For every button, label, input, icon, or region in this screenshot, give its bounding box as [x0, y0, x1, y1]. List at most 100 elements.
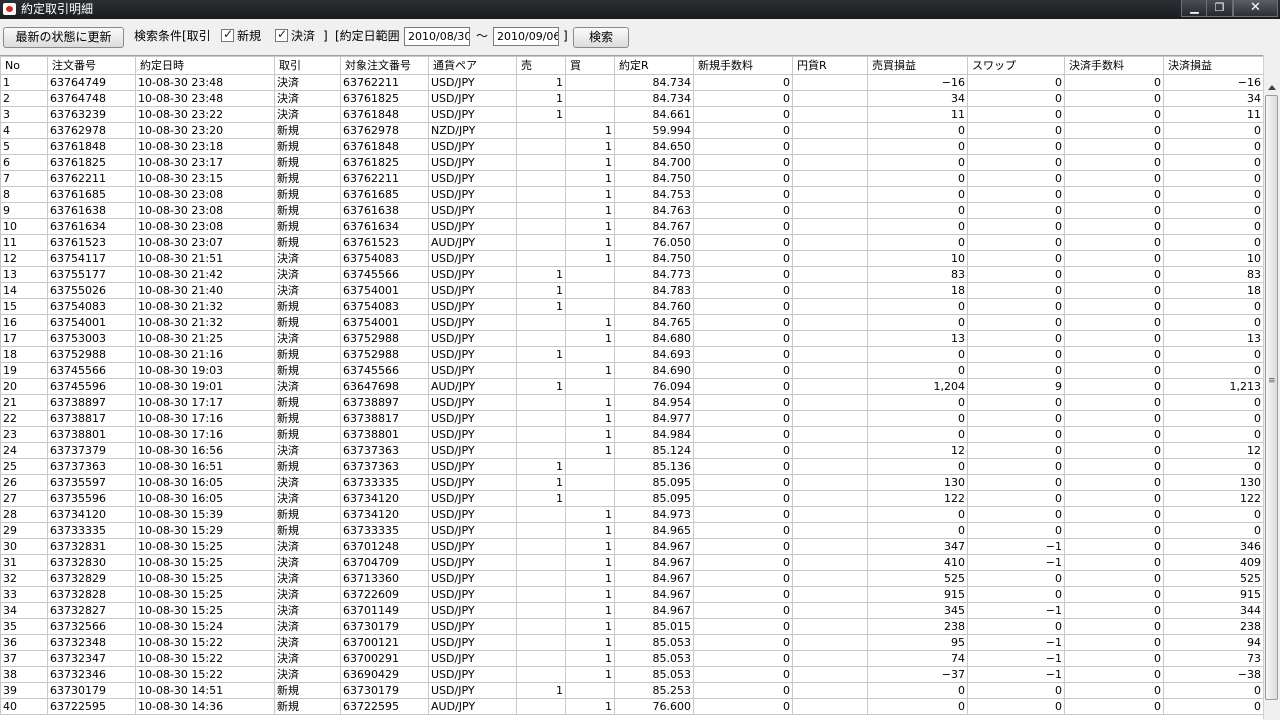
table-cell: 新規: [274, 394, 341, 411]
column-header[interactable]: No: [0, 56, 48, 75]
table-row[interactable]: 10 63761634 10-08-30 23:08 新規 63761634 USD/JP…: [0, 218, 1263, 235]
restore-button[interactable]: ❐: [1206, 0, 1233, 17]
new-checkbox[interactable]: [221, 27, 234, 42]
column-header[interactable]: 買: [565, 56, 615, 75]
table-cell: 0: [1064, 282, 1164, 299]
table-row[interactable]: 17 63753003 10-08-30 21:25 決済 63752988 USD/JP…: [0, 330, 1263, 347]
table-row[interactable]: 26 63735597 10-08-30 16:05 決済 63733335 USD/JP…: [0, 474, 1263, 491]
table-cell: 84.965: [614, 522, 694, 539]
table-cell: 0: [967, 250, 1065, 267]
table-cell: 新規: [274, 218, 341, 235]
table-cell: USD/JPY: [428, 74, 517, 91]
trade-grid[interactable]: No 注文番号 約定日時 取引 対象注文番号 通貨ペア売買約定R 新規手数料 円貨R 売買損益ス…: [0, 55, 1263, 720]
table-row[interactable]: 22 63738817 10-08-30 17:16 新規 63738817 USD/JP…: [0, 410, 1263, 427]
table-row[interactable]: 6 63761825 10-08-30 23:17 新規 63761825 USD/JPY…: [0, 154, 1263, 171]
scroll-thumb[interactable]: [1265, 95, 1278, 700]
table-row[interactable]: 30 63732831 10-08-30 15:25 決済 63701248 USD/JP…: [0, 538, 1263, 555]
column-header[interactable]: 注文番号: [47, 56, 136, 75]
search-button[interactable]: 検索: [573, 27, 629, 48]
column-header[interactable]: 決済損益: [1163, 56, 1263, 75]
minimize-button[interactable]: ▁: [1181, 0, 1208, 17]
table-cell: 84.967: [614, 586, 694, 603]
table-cell: 0: [693, 490, 793, 507]
column-header[interactable]: 対象注文番号: [340, 56, 429, 75]
table-cell: 0: [967, 410, 1065, 427]
refresh-button[interactable]: 最新の状態に更新: [3, 27, 124, 48]
table-cell: [565, 346, 615, 363]
settle-checkbox[interactable]: [275, 27, 288, 42]
table-row[interactable]: 13 63755177 10-08-30 21:42 決済 63745566 USD/JP…: [0, 266, 1263, 283]
table-row[interactable]: 9 63761638 10-08-30 23:08 新規 63761638 USD/JPY…: [0, 202, 1263, 219]
table-row[interactable]: 19 63745566 10-08-30 19:03 新規 63745566 USD/JP…: [0, 362, 1263, 379]
column-header[interactable]: 約定日時: [135, 56, 275, 75]
table-row[interactable]: 20 63745596 10-08-30 19:01 決済 63647698 AUD/JP…: [0, 378, 1263, 395]
table-cell: 13: [867, 330, 968, 347]
table-row[interactable]: 21 63738897 10-08-30 17:17 新規 63738897 USD/JP…: [0, 394, 1263, 411]
table-row[interactable]: 23 63738801 10-08-30 17:16 新規 63738801 USD/JP…: [0, 426, 1263, 443]
table-row[interactable]: 16 63754001 10-08-30 21:32 新規 63754001 USD/JP…: [0, 314, 1263, 331]
scroll-up-arrow-icon[interactable]: [1268, 85, 1276, 90]
table-cell: 10-08-30 15:25: [135, 570, 275, 587]
table-row[interactable]: 7 63762211 10-08-30 23:15 新規 63762211 USD/JPY…: [0, 170, 1263, 187]
table-row[interactable]: 24 63737379 10-08-30 16:56 決済 63737363 USD/JP…: [0, 442, 1263, 459]
table-row[interactable]: 36 63732348 10-08-30 15:22 決済 63700121 USD/JP…: [0, 634, 1263, 651]
column-header[interactable]: 新規手数料: [693, 56, 793, 75]
close-button[interactable]: ✕: [1233, 0, 1278, 17]
table-row[interactable]: 3 63763239 10-08-30 23:22 決済 63761848 USD/JPY…: [0, 106, 1263, 123]
date-from-field[interactable]: 2010/08/30: [404, 27, 470, 46]
table-cell: [792, 458, 868, 475]
table-row[interactable]: 4 63762978 10-08-30 23:20 新規 63762978 NZD/JPY…: [0, 122, 1263, 139]
table-row[interactable]: 27 63735596 10-08-30 16:05 決済 63734120 USD/JP…: [0, 490, 1263, 507]
table-row[interactable]: 5 63761848 10-08-30 23:18 新規 63761848 USD/JPY…: [0, 138, 1263, 155]
column-header[interactable]: 約定R: [614, 56, 694, 75]
table-row[interactable]: 33 63732828 10-08-30 15:25 決済 63722609 USD/JP…: [0, 586, 1263, 603]
table-row[interactable]: 40 63722595 10-08-30 14:36 新規 63722595 AUD/JP…: [0, 698, 1263, 715]
table-cell: 18: [867, 282, 968, 299]
table-row[interactable]: 11 63761523 10-08-30 23:07 新規 63761523 AUD/JP…: [0, 234, 1263, 251]
table-row[interactable]: 38 63732346 10-08-30 15:22 決済 63690429 USD/JP…: [0, 666, 1263, 683]
table-row[interactable]: 15 63754083 10-08-30 21:32 新規 63754083 USD/JP…: [0, 298, 1263, 315]
table-cell: 63734120: [47, 506, 136, 523]
table-row[interactable]: 18 63752988 10-08-30 21:16 新規 63752988 USD/JP…: [0, 346, 1263, 363]
table-row[interactable]: 29 63733335 10-08-30 15:29 新規 63733335 USD/JP…: [0, 522, 1263, 539]
column-header[interactable]: 円貨R: [792, 56, 868, 75]
vertical-scrollbar[interactable]: ≡: [1263, 55, 1280, 719]
table-row[interactable]: 1 63764749 10-08-30 23:48 決済 63762211 USD/JPY…: [0, 74, 1263, 91]
table-cell: 0: [967, 394, 1065, 411]
table-cell: [792, 522, 868, 539]
table-row[interactable]: 34 63732827 10-08-30 15:25 決済 63701149 USD/JP…: [0, 602, 1263, 619]
table-row[interactable]: 39 63730179 10-08-30 14:51 新規 63730179 USD/JP…: [0, 682, 1263, 699]
table-row[interactable]: 35 63732566 10-08-30 15:24 決済 63730179 USD/JP…: [0, 618, 1263, 635]
table-cell: 63735596: [47, 490, 136, 507]
column-header[interactable]: 売: [516, 56, 566, 75]
table-row[interactable]: 8 63761685 10-08-30 23:08 新規 63761685 USD/JPY…: [0, 186, 1263, 203]
date-to-field[interactable]: 2010/09/06: [493, 27, 559, 46]
table-cell: 0: [1064, 314, 1164, 331]
table-cell: 915: [867, 586, 968, 603]
table-cell: 1: [516, 474, 566, 491]
column-header[interactable]: 取引: [274, 56, 341, 75]
table-cell: 0: [693, 234, 793, 251]
table-row[interactable]: 2 63764748 10-08-30 23:48 決済 63761825 USD/JPY…: [0, 90, 1263, 107]
column-header[interactable]: 売買損益: [867, 56, 968, 75]
table-cell: 新規: [274, 410, 341, 427]
table-cell: 0: [967, 618, 1065, 635]
table-row[interactable]: 14 63755026 10-08-30 21:40 決済 63754001 USD/JP…: [0, 282, 1263, 299]
column-header[interactable]: スワップ: [967, 56, 1065, 75]
table-cell: 10-08-30 21:32: [135, 298, 275, 315]
table-cell: 26: [0, 474, 48, 491]
table-row[interactable]: 37 63732347 10-08-30 15:22 決済 63700291 USD/JP…: [0, 650, 1263, 667]
table-row[interactable]: 32 63732829 10-08-30 15:25 決済 63713360 USD/JP…: [0, 570, 1263, 587]
table-row[interactable]: 28 63734120 10-08-30 15:39 新規 63734120 USD/JP…: [0, 506, 1263, 523]
table-cell: 1: [565, 666, 615, 683]
column-header[interactable]: 決済手数料: [1064, 56, 1164, 75]
table-cell: 63732346: [47, 666, 136, 683]
table-cell: USD/JPY: [428, 522, 517, 539]
table-row[interactable]: 25 63737363 10-08-30 16:51 新規 63737363 USD/JP…: [0, 458, 1263, 475]
table-cell: [516, 186, 566, 203]
table-row[interactable]: 31 63732830 10-08-30 15:25 決済 63704709 USD/JP…: [0, 554, 1263, 571]
table-row[interactable]: 12 63754117 10-08-30 21:51 決済 63754083 USD/JP…: [0, 250, 1263, 267]
column-header[interactable]: 通貨ペア: [428, 56, 517, 75]
table-cell: [792, 618, 868, 635]
table-cell: 0: [967, 458, 1065, 475]
